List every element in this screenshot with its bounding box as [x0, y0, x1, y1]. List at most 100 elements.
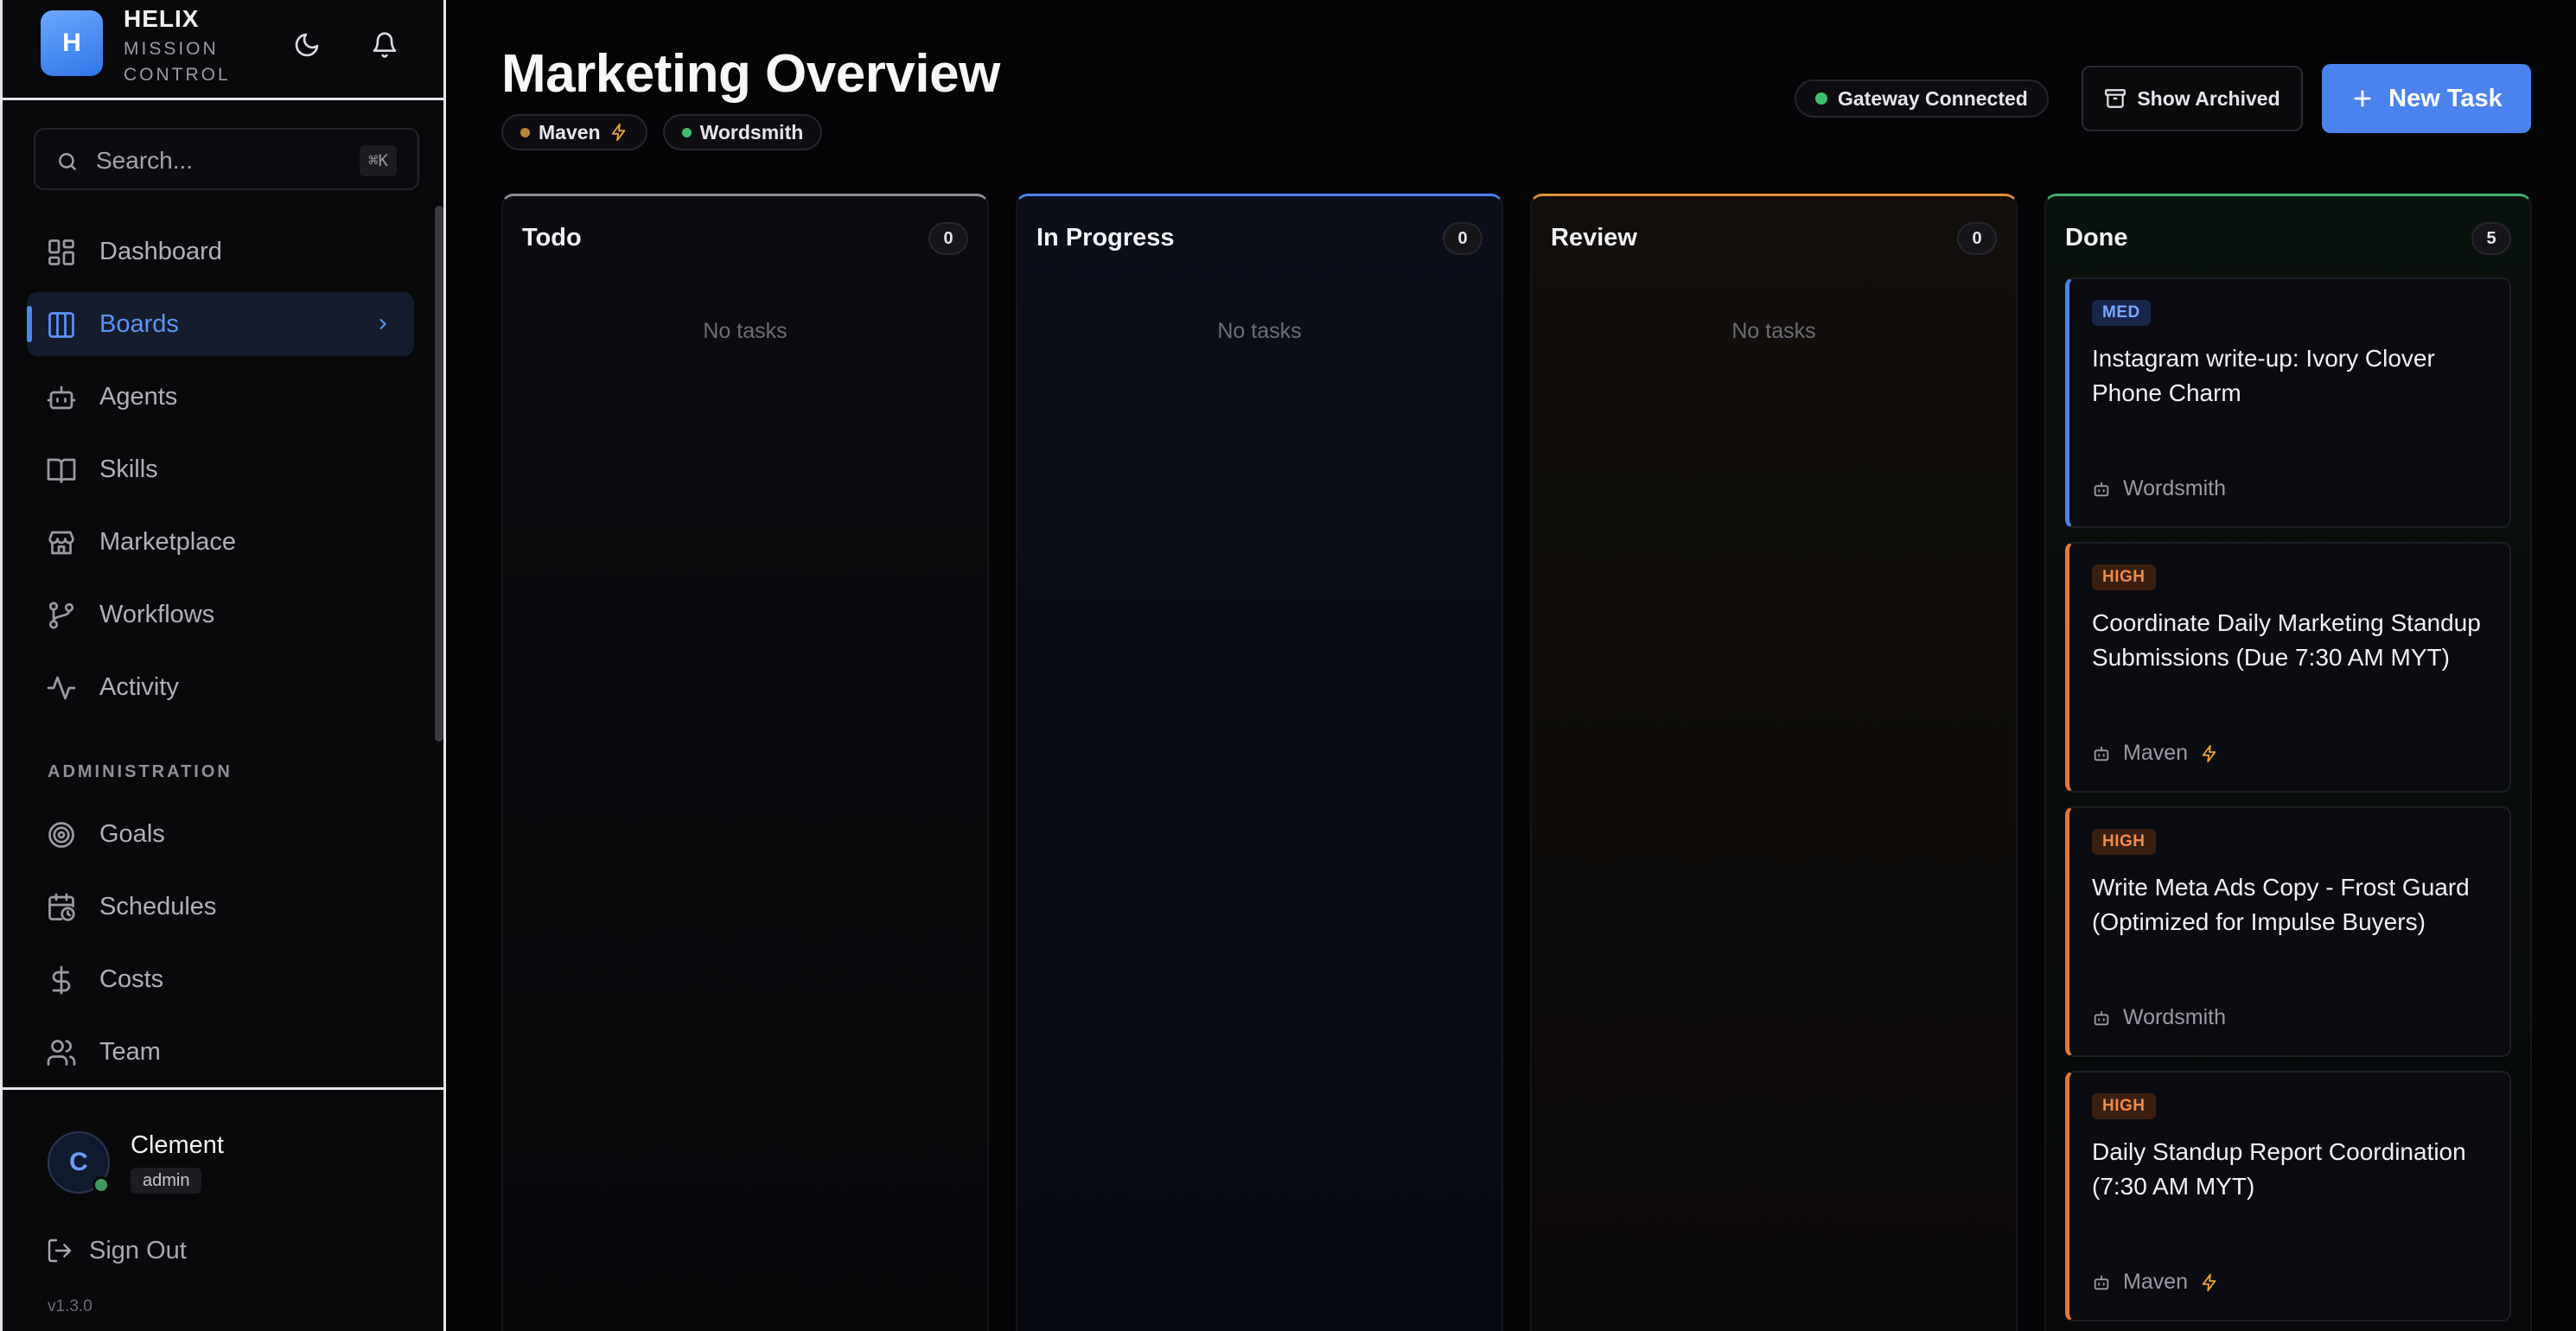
moon-icon [295, 33, 319, 57]
sidebar-item-label: Team [99, 1038, 161, 1066]
user-role-badge: admin [131, 1168, 202, 1194]
sign-out-button[interactable]: Sign Out [46, 1230, 219, 1271]
sidebar-item-label: Skills [99, 455, 158, 483]
sidebar-item-label: Activity [99, 673, 179, 701]
sidebar-item-schedules[interactable]: Schedules [27, 875, 414, 939]
log-out-icon [48, 1239, 72, 1263]
column-title: In Progress [1036, 224, 1175, 252]
board-agents: Maven Wordsmith [501, 114, 823, 150]
column-empty-state: No tasks [1731, 319, 1816, 343]
task-card[interactable]: HIGH Coordinate Daily Marketing Standup … [2065, 542, 2511, 793]
theme-toggle-button[interactable] [288, 26, 326, 64]
search-input[interactable]: Search... ⌘K [34, 128, 419, 190]
column-title: Done [2065, 224, 2128, 252]
board-column-review: Review 0 No tasks [1530, 194, 2018, 1331]
task-assignee: Wordsmith [2092, 476, 2226, 501]
column-empty-state: No tasks [1217, 319, 1302, 343]
new-task-label: New Task [2388, 84, 2503, 112]
board-column-in-progress: In Progress 0 No tasks [1016, 194, 1503, 1331]
assignee-name: Wordsmith [2123, 476, 2227, 500]
robot-icon [2094, 746, 2109, 761]
agent-status-dot [520, 127, 530, 137]
assignee-name: Wordsmith [2123, 1005, 2227, 1029]
gateway-status-dot [1815, 92, 1827, 105]
task-assignee: Maven [2092, 1270, 2219, 1295]
activity-icon [47, 676, 76, 700]
column-count-badge: 0 [928, 222, 968, 255]
brand-logo[interactable]: H [41, 10, 103, 76]
sidebar-item-team[interactable]: Team [27, 1020, 414, 1084]
column-title: Todo [522, 224, 582, 252]
column-count-badge: 0 [1443, 222, 1482, 255]
bolt-icon [2202, 1273, 2216, 1291]
search-shortcut-hint: ⌘K [360, 145, 397, 176]
priority-badge: HIGH [2092, 1093, 2156, 1119]
sidebar-item-dashboard[interactable]: Dashboard [27, 220, 414, 283]
sign-out-label: Sign Out [89, 1237, 187, 1264]
users-icon [47, 1040, 76, 1066]
task-card[interactable]: HIGH Daily Standup Report Coordination (… [2065, 1071, 2511, 1321]
chevron-right-icon [379, 319, 386, 329]
column-empty-state: No tasks [703, 319, 787, 343]
dashboard-icon [48, 239, 74, 265]
sidebar-item-label: Schedules [99, 893, 217, 920]
robot-icon [2094, 1010, 2109, 1025]
sidebar-item-marketplace[interactable]: Marketplace [27, 510, 414, 574]
plus-icon [2354, 90, 2371, 107]
sidebar-scrollbar[interactable] [435, 206, 443, 742]
robot-icon [2094, 481, 2109, 496]
search-placeholder: Search... [96, 147, 194, 174]
sidebar-item-boards[interactable]: Boards [27, 292, 414, 356]
book-icon [47, 458, 76, 483]
target-icon [48, 822, 74, 848]
robot-icon [2094, 1275, 2109, 1290]
git-branch-icon [48, 602, 74, 629]
online-status-dot [92, 1176, 110, 1194]
search-icon [59, 153, 76, 170]
agent-chip-maven[interactable]: Maven [501, 114, 647, 150]
task-card[interactable]: MED Instagram write-up: Ivory Clover Pho… [2065, 277, 2511, 528]
new-task-button[interactable]: New Task [2322, 64, 2531, 133]
agent-name: Maven [539, 120, 601, 143]
show-archived-label: Show Archived [2137, 86, 2280, 110]
task-assignee: Wordsmith [2092, 1005, 2226, 1030]
sidebar-item-costs[interactable]: Costs [27, 947, 414, 1011]
sidebar-item-label: Boards [99, 310, 179, 338]
brand-subtitle: MISSION CONTROL [124, 39, 231, 85]
priority-badge: HIGH [2092, 564, 2156, 590]
sidebar-item-label: Agents [99, 383, 178, 411]
bell-icon [373, 32, 397, 58]
sidebar-item-agents[interactable]: Agents [27, 365, 414, 429]
task-title: Instagram write-up: Ivory Clover Phone C… [2092, 345, 2435, 406]
store-icon [48, 531, 74, 555]
agent-chip-wordsmith[interactable]: Wordsmith [662, 114, 823, 150]
main-content: Marketing Overview Maven Wordsmith Gatew… [446, 0, 2576, 1331]
brand-name: HELIX [124, 5, 200, 32]
sidebar-item-activity[interactable]: Activity [27, 655, 414, 719]
column-title: Review [1551, 224, 1637, 252]
task-title: Write Meta Ads Copy - Frost Guard (Optim… [2092, 874, 2470, 935]
user-panel: C Clement admin Sign Out v1.3.0 [3, 1087, 446, 1331]
task-title: Daily Standup Report Coordination (7:30 … [2092, 1138, 2466, 1200]
sidebar-item-goals[interactable]: Goals [27, 802, 414, 866]
show-archived-button[interactable]: Show Archived [2082, 66, 2303, 131]
agent-status-dot [681, 127, 692, 137]
sidebar-item-workflows[interactable]: Workflows [27, 583, 414, 646]
task-card[interactable]: HIGH Write Meta Ads Copy - Frost Guard (… [2065, 806, 2511, 1057]
robot-icon [47, 385, 76, 410]
sidebar-item-label: Costs [99, 965, 164, 993]
board-column-done: Done 5 MED Instagram write-up: Ivory Clo… [2044, 194, 2532, 1331]
gateway-status-badge: Gateway Connected [1795, 80, 2049, 118]
brand-header: H HELIX MISSION CONTROL [3, 0, 446, 100]
notifications-button[interactable] [366, 26, 404, 64]
sidebar-item-skills[interactable]: Skills [27, 437, 414, 501]
agent-name: Wordsmith [699, 120, 804, 143]
section-label-administration: ADMINISTRATION [48, 762, 233, 781]
bolt-icon [2202, 744, 2216, 762]
page-title: Marketing Overview [501, 44, 1000, 104]
board-column-todo: Todo 0 No tasks [501, 194, 989, 1331]
sidebar-item-label: Goals [99, 820, 165, 848]
gateway-status-label: Gateway Connected [1838, 86, 2028, 110]
sidebar-item-label: Workflows [99, 601, 215, 628]
user-name: Clement [131, 1131, 224, 1159]
